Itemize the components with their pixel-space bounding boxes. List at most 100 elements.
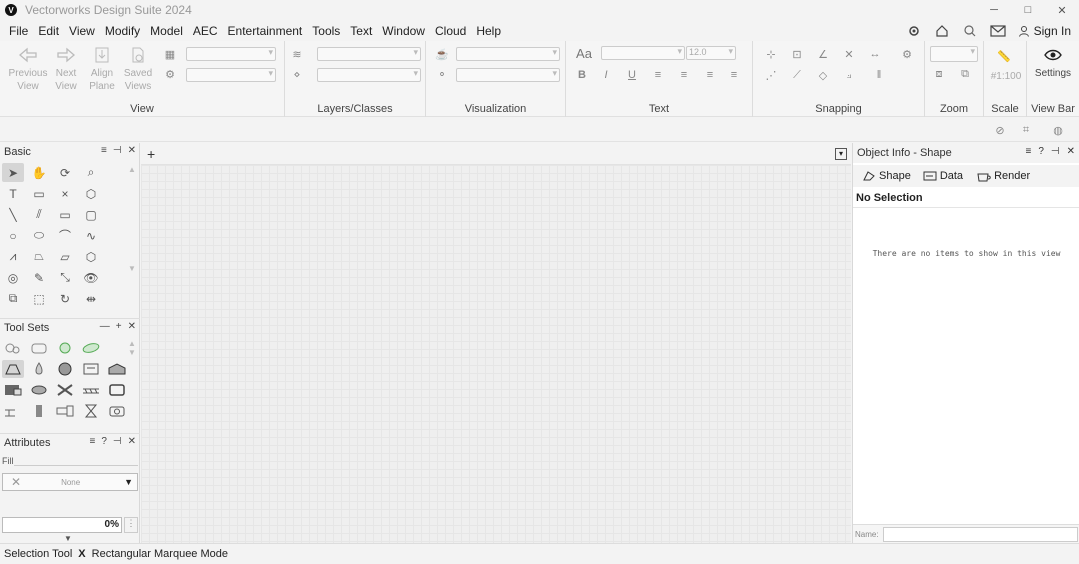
- oval-tool-icon[interactable]: ⬭: [28, 226, 50, 245]
- tab-data[interactable]: Data: [918, 168, 968, 184]
- scale-value[interactable]: #1:100: [986, 71, 1026, 82]
- name-field[interactable]: [882, 526, 1078, 542]
- id-toolset-icon[interactable]: [80, 360, 102, 378]
- palette-close-icon[interactable]: ✕: [128, 321, 136, 332]
- reshape-tool-icon[interactable]: ⤡: [54, 268, 76, 287]
- layer-grid-icon[interactable]: ▦: [162, 47, 178, 61]
- spiral-tool-icon[interactable]: ◎: [2, 268, 24, 287]
- snap-intersection-icon[interactable]: ✕: [841, 47, 857, 61]
- hide-objects-icon[interactable]: ⊘: [992, 123, 1008, 137]
- drop-toolset-icon[interactable]: [28, 360, 50, 378]
- landscape-toolset-icon[interactable]: [80, 339, 102, 357]
- visualization-toolset-icon[interactable]: [54, 360, 76, 378]
- palette-menu-icon[interactable]: ≡: [1025, 146, 1031, 157]
- tab-list-dropdown[interactable]: ▾: [835, 148, 847, 160]
- detailing-toolset-icon[interactable]: [2, 360, 24, 378]
- font-size-select[interactable]: 12.0: [686, 46, 736, 60]
- menu-model[interactable]: Model: [145, 24, 188, 38]
- snap-grid-icon[interactable]: ⊹: [763, 47, 779, 61]
- menu-cloud[interactable]: Cloud: [430, 24, 471, 38]
- bold-button[interactable]: B: [574, 68, 590, 82]
- palette-close-icon[interactable]: ✕: [128, 145, 136, 156]
- next-view-button[interactable]: Next View: [48, 45, 84, 93]
- home-icon[interactable]: [934, 23, 950, 39]
- selection-tool-icon[interactable]: ➤: [2, 163, 24, 182]
- palette-close-icon[interactable]: ✕: [128, 436, 136, 447]
- palette-pin-icon[interactable]: +: [116, 321, 122, 332]
- zoom-fit-icon[interactable]: ⧈: [931, 67, 947, 81]
- pan-tool-icon[interactable]: ✋: [28, 163, 50, 182]
- align-plane-button[interactable]: Align Plane: [84, 45, 120, 93]
- palette-pin-icon[interactable]: ⊣: [113, 436, 122, 447]
- font-icon[interactable]: Aa: [572, 46, 596, 61]
- basic-scrollbar[interactable]: ▲ ▼: [127, 165, 137, 315]
- snap-settings-icon[interactable]: ⚙: [899, 47, 915, 61]
- underline-button[interactable]: U: [624, 68, 640, 82]
- snap-edge-icon[interactable]: ⟓: [841, 68, 857, 82]
- double-line-tool-icon[interactable]: ⫽: [28, 205, 50, 224]
- locus-tool-icon[interactable]: ×: [54, 184, 76, 203]
- class-select[interactable]: [317, 68, 421, 82]
- hvac-toolset-icon[interactable]: [54, 402, 76, 420]
- teapot-icon[interactable]: ☕: [434, 47, 450, 61]
- pipe-toolset-icon[interactable]: [28, 381, 50, 399]
- mail-icon[interactable]: [990, 23, 1006, 39]
- menu-text[interactable]: Text: [345, 24, 377, 38]
- opacity-options-button[interactable]: ⋮: [124, 517, 138, 533]
- zoom-tool-icon[interactable]: ⌕: [80, 163, 102, 182]
- previous-view-button[interactable]: Previous View: [8, 45, 48, 93]
- palette-collapse-icon[interactable]: —: [100, 321, 110, 332]
- spaces-toolset-icon[interactable]: [106, 360, 128, 378]
- menu-entertainment[interactable]: Entertainment: [223, 24, 308, 38]
- regular-polygon-tool-icon[interactable]: ⬡: [80, 247, 102, 266]
- menu-aec[interactable]: AEC: [188, 24, 223, 38]
- close-window-button[interactable]: ✕: [1045, 0, 1079, 20]
- projection-icon[interactable]: ⚬: [434, 67, 450, 81]
- freehand-tool-icon[interactable]: ∿: [80, 226, 102, 245]
- fill-style-select[interactable]: ✕ None ▼: [2, 473, 138, 491]
- layers-icon[interactable]: ≋: [289, 47, 305, 61]
- align-center-icon[interactable]: ≡: [676, 68, 692, 82]
- rigging-toolset-icon[interactable]: [2, 402, 24, 420]
- visibility-tool-icon[interactable]: 👁: [80, 268, 102, 287]
- tab-shape[interactable]: Shape: [857, 168, 916, 184]
- working-plane-icon[interactable]: ⌗: [1018, 123, 1034, 137]
- text-tool-icon[interactable]: T: [2, 184, 24, 203]
- snap-surface-icon[interactable]: ◇: [815, 68, 831, 82]
- menu-modify[interactable]: Modify: [100, 24, 145, 38]
- snap-points-icon[interactable]: ⋰: [763, 68, 779, 82]
- dims-toolset-icon[interactable]: [2, 339, 24, 357]
- double-polygon-tool-icon[interactable]: ⏥: [54, 247, 76, 266]
- palette-close-icon[interactable]: ✕: [1067, 146, 1075, 157]
- palette-pin-icon[interactable]: ⊣: [1051, 146, 1060, 157]
- font-select[interactable]: [601, 46, 685, 60]
- palette-menu-icon[interactable]: ≡: [101, 145, 107, 156]
- saved-views-button[interactable]: Saved Views: [118, 45, 158, 93]
- building-shell-toolset-icon[interactable]: [28, 339, 50, 357]
- toolsets-scrollbar[interactable]: ▲ ▼: [127, 339, 137, 359]
- viewbar-settings-button[interactable]: Settings: [1031, 45, 1075, 80]
- italic-button[interactable]: I: [598, 68, 614, 82]
- maximize-button[interactable]: □: [1011, 0, 1045, 20]
- view-select-2[interactable]: [186, 68, 276, 82]
- drawing-canvas[interactable]: [141, 165, 851, 543]
- render-mode-select[interactable]: [456, 47, 560, 61]
- palette-menu-icon[interactable]: ≡: [89, 436, 95, 447]
- zoom-select[interactable]: [930, 46, 978, 62]
- opacity-field[interactable]: 0%: [2, 517, 122, 533]
- machine-design-toolset-icon[interactable]: [2, 381, 24, 399]
- truss-toolset-icon[interactable]: [80, 381, 102, 399]
- palette-help-icon[interactable]: ?: [101, 436, 107, 447]
- snap-pause-icon[interactable]: ‖: [871, 68, 887, 82]
- settings-gear-icon[interactable]: [906, 23, 922, 39]
- ruler-icon[interactable]: 📏: [996, 49, 1012, 63]
- align-left-icon[interactable]: ≡: [650, 68, 666, 82]
- camera-toolset-icon[interactable]: [106, 402, 128, 420]
- classes-icon[interactable]: ⋄: [289, 67, 305, 81]
- view-select-1[interactable]: [186, 47, 276, 61]
- eyedropper-tool-icon[interactable]: ✎: [28, 268, 50, 287]
- attribute-mapping-icon[interactable]: ⬚: [28, 289, 50, 308]
- menu-window[interactable]: Window: [377, 24, 430, 38]
- polyline-tool-icon[interactable]: ⩘: [2, 247, 24, 266]
- palette-help-icon[interactable]: ?: [1038, 146, 1044, 157]
